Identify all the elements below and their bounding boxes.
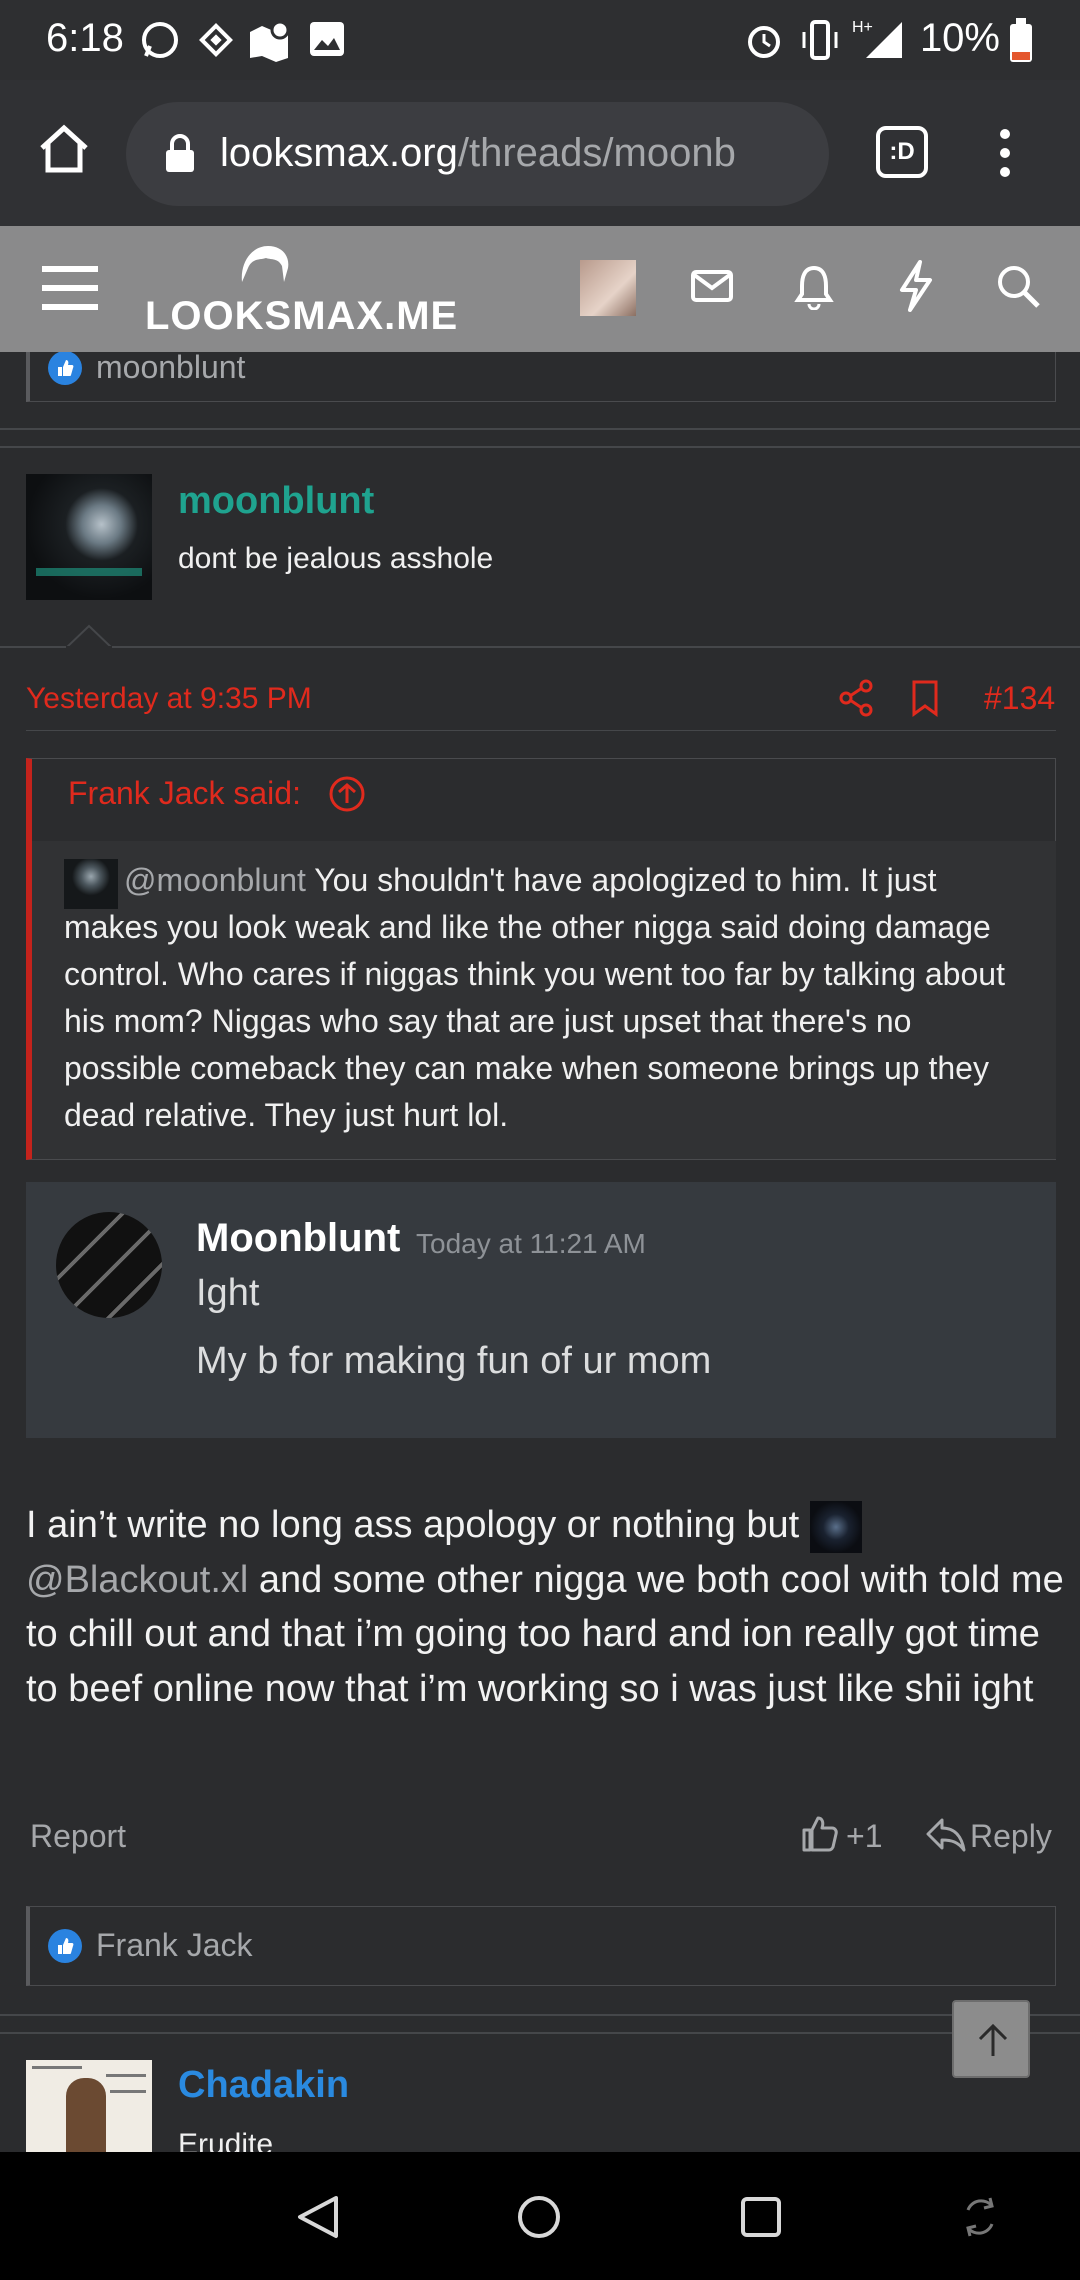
status-bar: 6:18 H+ 10% [0,0,1080,80]
post-separator [0,446,1080,448]
reply-button[interactable]: Reply [970,1818,1052,1855]
next-author-name[interactable]: Chadakin [178,2064,349,2107]
site-logo[interactable]: LOOKSMAX.ME [145,294,458,339]
tab-badge: :D [889,138,915,165]
bell-icon[interactable] [794,262,834,310]
quote-header[interactable]: Frank Jack said: [68,775,301,812]
battery-percent: 10% [919,16,1000,60]
reaction-bar[interactable]: Frank Jack [26,1906,1056,1986]
android-navigation-bar [0,2152,1080,2280]
whatsapp-icon [142,22,178,58]
post-user-separator [0,646,1080,648]
quote-mention-avatar [64,859,118,909]
url-domain: looksmax.org [220,131,458,175]
reaction-bar-previous[interactable]: moonblunt [26,352,1056,402]
url-text: looksmax.org/threads/moonb [220,131,810,176]
url-path: /threads/moonb [457,131,736,175]
scroll-to-top-button[interactable] [952,2000,1030,2078]
arrow-up-icon [978,2023,1008,2056]
mention-avatar [809,1500,862,1553]
next-author-avatar[interactable] [26,2060,152,2152]
post-text-part1: I ain’t write no long ass apology or not… [26,1504,800,1546]
discord-message-1: Ight [196,1272,260,1314]
hamburger-menu-icon[interactable] [42,264,98,312]
recents-icon[interactable] [740,2196,782,2238]
go-to-quote-icon[interactable] [328,775,366,813]
reply-icon[interactable] [926,1816,966,1852]
battery-icon [1010,18,1032,62]
vibrate-icon [802,20,838,60]
envelope-icon[interactable] [690,266,734,306]
discord-username: Moonblunt [196,1216,401,1260]
embedded-screenshot: Moonblunt Today at 11:21 AM Ight My b fo… [26,1182,1056,1438]
next-author-title: Erudite [178,2128,274,2152]
status-time: 6:18 [46,16,124,60]
post-body: I ain’t write no long ass apology or not… [26,1498,1066,1716]
discord-message-2: My b for making fun of ur mom [196,1340,712,1382]
alarm-icon [748,26,780,58]
quote-body: @moonblunt You shouldn't have apologized… [32,841,1056,1159]
rotate-icon[interactable] [960,2194,1000,2240]
signal-icon: H+ [852,19,902,58]
report-link[interactable]: Report [30,1818,126,1855]
post-separator [0,428,1080,430]
svg-text:H+: H+ [852,19,873,36]
user-arrow-icon [66,624,112,648]
site-header: LOOKSMAX.ME [0,226,1080,352]
post-author-name[interactable]: moonblunt [178,480,374,523]
post-mention[interactable]: @Blackout.xl [26,1559,248,1601]
gallery-icon [310,22,344,56]
like-icon[interactable] [800,1814,840,1854]
like-reaction-icon [48,1929,82,1963]
menu-dots-icon[interactable] [990,126,1020,180]
post-separator [0,2014,1080,2016]
tab-switcher-button[interactable]: :D [876,126,928,178]
quote-text: You shouldn't have apologized to him. It… [64,862,1005,1133]
home-nav-icon[interactable] [516,2194,562,2240]
lightning-icon[interactable] [896,260,936,312]
meta-separator [26,730,1056,731]
lock-icon [166,134,194,172]
logo-hair-icon [241,246,289,282]
like-reaction-icon [48,352,82,385]
quote-mention[interactable]: @moonblunt [124,862,306,898]
search-icon[interactable] [996,264,1042,310]
reaction-user: Frank Jack [96,1927,253,1963]
discord-avatar [56,1212,162,1318]
quote-author: Frank Jack said: [68,775,301,811]
post-author-title: dont be jealous asshole [178,542,494,575]
post-date[interactable]: Yesterday at 9:35 PM [26,682,312,716]
post-number[interactable]: #134 [984,680,1055,717]
reaction-user: moonblunt [96,352,246,385]
like-count[interactable]: +1 [846,1818,882,1855]
binance-icon [199,23,233,57]
thread-content: moonblunt moonblunt dont be jealous assh… [0,352,1080,2152]
share-icon[interactable] [838,678,874,718]
post-author-avatar[interactable] [26,474,152,600]
quote-block: Frank Jack said: @moonblunt You shouldn'… [26,758,1056,1160]
bookmark-icon[interactable] [910,678,940,718]
discord-timestamp: Today at 11:21 AM [416,1228,646,1259]
maps-icon [250,20,290,62]
back-icon[interactable] [296,2194,340,2240]
post-separator [0,2032,1080,2034]
address-bar[interactable]: looksmax.org/threads/moonb [126,102,829,206]
home-icon[interactable] [38,124,90,176]
browser-toolbar: looksmax.org/threads/moonb :D [0,80,1080,226]
user-avatar[interactable] [580,260,636,316]
